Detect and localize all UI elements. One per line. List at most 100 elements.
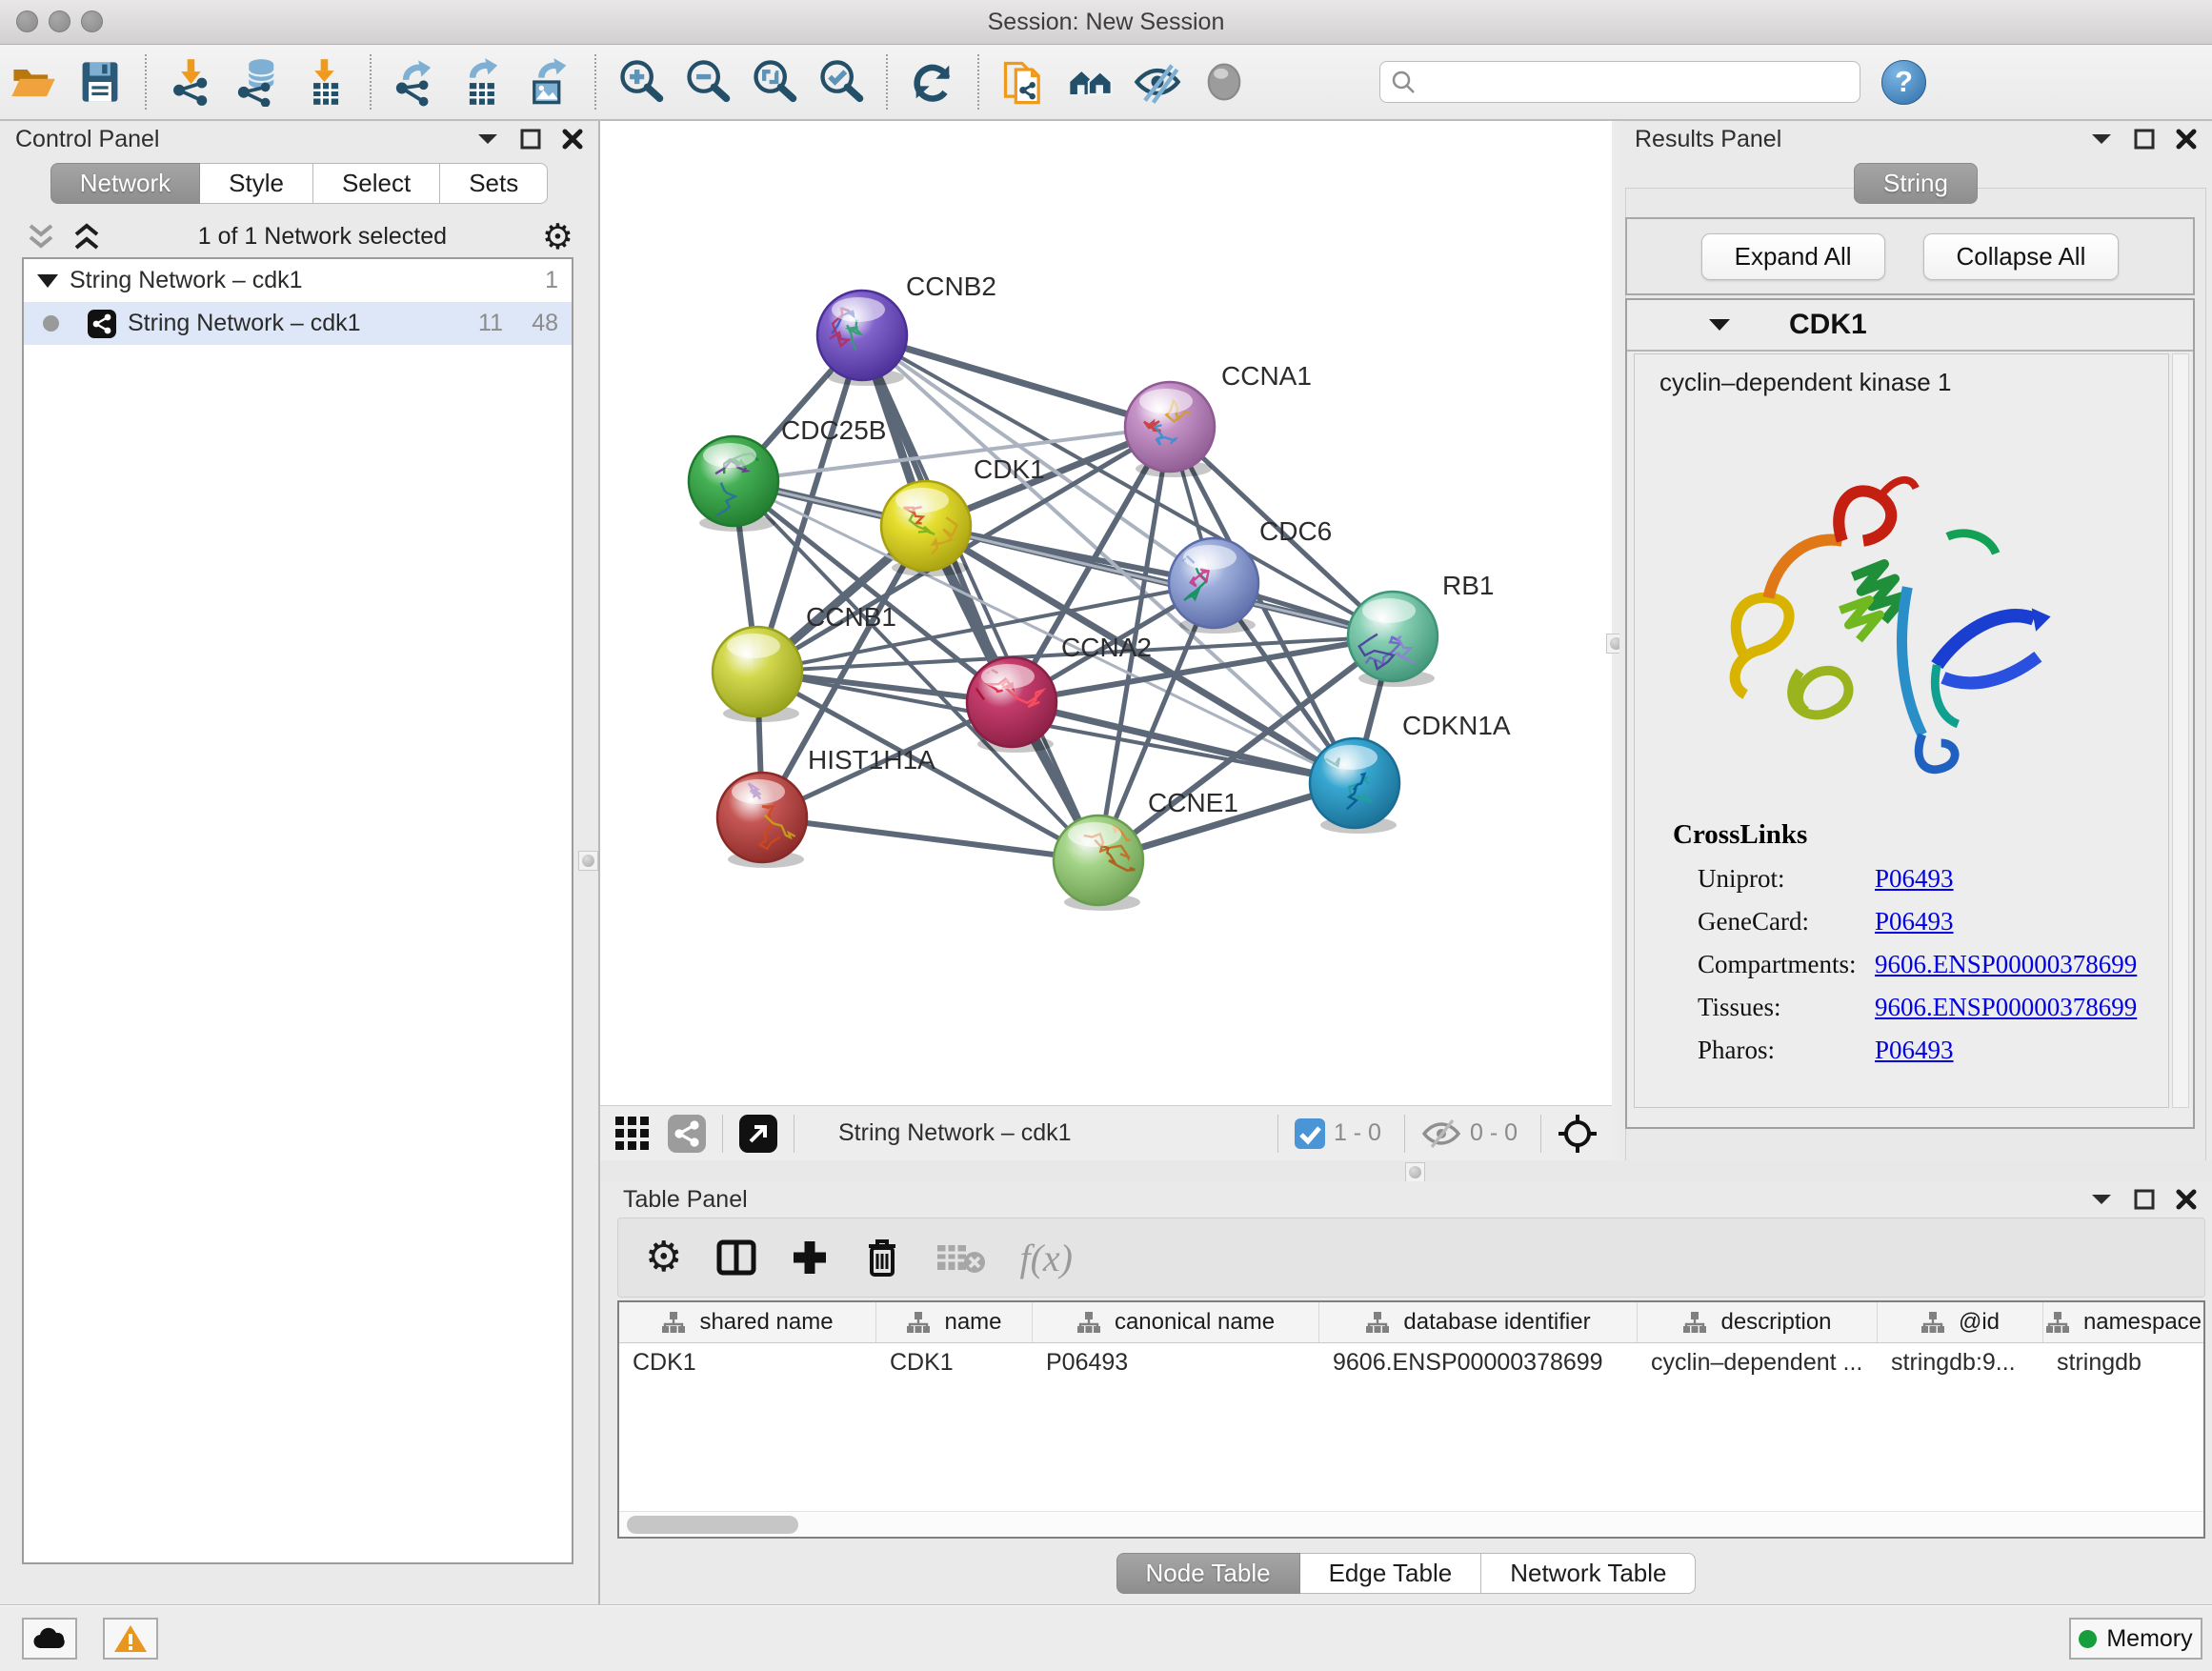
table-options-gear-icon[interactable]: ⚙ <box>645 1237 682 1278</box>
network-options-gear-icon[interactable]: ⚙ <box>542 219 573 254</box>
show-columns-icon[interactable] <box>716 1238 756 1278</box>
export-network-button[interactable] <box>383 51 450 112</box>
zoom-selected-button[interactable] <box>808 51 875 112</box>
tab-node-table[interactable]: Node Table <box>1116 1553 1300 1594</box>
column-header-description[interactable]: description <box>1638 1302 1878 1342</box>
section-collapse-icon[interactable] <box>1707 316 1732 333</box>
network-canvas[interactable]: CCNB2CCNA1CDC25BCDK1CDC6RB1CCNB1CCNA2CDK… <box>600 121 1612 1105</box>
import-network-file-button[interactable] <box>158 51 225 112</box>
table-row[interactable]: CDK1CDK1P064939606.ENSP00000378699cyclin… <box>619 1343 2203 1383</box>
column-header-namespace[interactable]: namespace <box>2043 1302 2203 1342</box>
node-CDKN1A[interactable]: CDKN1A <box>1303 711 1511 834</box>
tab-edge-table[interactable]: Edge Table <box>1300 1553 1482 1594</box>
collapse-all-icon[interactable] <box>25 223 57 252</box>
gene-section-header[interactable]: CDK1 <box>1627 300 2193 352</box>
close-panel-icon[interactable] <box>562 129 583 150</box>
collection-expand-icon[interactable] <box>37 274 58 288</box>
network-view[interactable]: CCNB2CCNA1CDC25BCDK1CDC6RB1CCNB1CCNA2CDK… <box>600 121 1612 1160</box>
collapse-all-button[interactable]: Collapse All <box>1923 233 2120 280</box>
node-label-CCNB1: CCNB1 <box>806 602 896 632</box>
fit-selected-crosshair-icon[interactable] <box>1557 1113 1599 1155</box>
node-RB1[interactable]: RB1 <box>1348 571 1494 687</box>
table-cell[interactable]: cyclin–dependent ... <box>1638 1343 1878 1383</box>
search-icon <box>1390 69 1417 95</box>
delete-column-trash-icon[interactable] <box>863 1237 901 1278</box>
panel-menu-icon[interactable] <box>2090 1192 2113 1207</box>
float-panel-icon[interactable] <box>520 129 541 150</box>
left-splitter-handle[interactable] <box>578 851 598 871</box>
crosslink-link[interactable]: 9606.ENSP00000378699 <box>1875 993 2137 1022</box>
export-image-button[interactable] <box>516 51 583 112</box>
table-horizontal-scrollbar[interactable] <box>619 1511 2203 1537</box>
toolbar-search[interactable] <box>1379 61 1860 103</box>
grid-view-icon[interactable] <box>613 1115 652 1153</box>
refresh-view-button[interactable] <box>899 51 966 112</box>
tab-sets[interactable]: Sets <box>440 163 548 204</box>
hide-selected-button[interactable] <box>1124 51 1191 112</box>
bottom-splitter-handle[interactable] <box>1405 1162 1425 1182</box>
network-share-gray-icon[interactable] <box>667 1114 707 1154</box>
tab-string[interactable]: String <box>1854 163 1978 204</box>
column-header--id[interactable]: @id <box>1878 1302 2043 1342</box>
open-session-button[interactable] <box>0 51 67 112</box>
zoom-out-button[interactable] <box>674 51 741 112</box>
results-scrollbar[interactable] <box>2172 353 2189 1108</box>
float-panel-icon[interactable] <box>2134 1189 2155 1210</box>
node-CCNA1[interactable]: CCNA1 <box>1125 361 1312 477</box>
network-collection-row[interactable]: String Network – cdk1 1 <box>24 259 572 302</box>
clone-network-button[interactable] <box>991 51 1057 112</box>
import-table-button[interactable] <box>292 51 358 112</box>
hidden-eye-icon[interactable] <box>1420 1117 1462 1150</box>
crosslink-link[interactable]: P06493 <box>1875 1036 1954 1065</box>
column-header-canonical-name[interactable]: canonical name <box>1033 1302 1319 1342</box>
close-panel-icon[interactable] <box>2176 129 2197 150</box>
table-cell[interactable]: stringdb <box>2043 1343 2203 1383</box>
import-network-database-button[interactable] <box>225 51 292 112</box>
edge-CCNA2-CDKN1A[interactable] <box>1012 702 1355 783</box>
table-cell[interactable]: stringdb:9... <box>1878 1343 2043 1383</box>
search-input[interactable] <box>1417 69 1850 95</box>
column-attribute-icon <box>1076 1311 1101 1334</box>
show-all-button[interactable] <box>1191 51 1257 112</box>
column-header-shared-name[interactable]: shared name <box>619 1302 876 1342</box>
selected-checkbox-icon[interactable] <box>1294 1117 1326 1150</box>
crosslink-row: Uniprot: P06493 <box>1698 864 2137 894</box>
table-cell[interactable]: 9606.ENSP00000378699 <box>1319 1343 1638 1383</box>
panel-menu-icon[interactable] <box>2090 131 2113 147</box>
warnings-button[interactable] <box>103 1618 158 1660</box>
memory-button[interactable]: Memory <box>2069 1618 2202 1660</box>
edge-HIST1H1A-CCNE1[interactable] <box>762 817 1098 860</box>
first-neighbors-button[interactable] <box>1057 51 1124 112</box>
scrollbar-thumb[interactable] <box>627 1516 798 1534</box>
crosslink-link[interactable]: P06493 <box>1875 864 1954 894</box>
edge-CCNB2-CCNA1[interactable] <box>862 335 1170 427</box>
crosslink-link[interactable]: P06493 <box>1875 907 1954 936</box>
tab-network[interactable]: Network <box>50 163 200 204</box>
crosslink-link[interactable]: 9606.ENSP00000378699 <box>1875 950 2137 979</box>
edge-CCNB2-CCNE1[interactable] <box>862 335 1098 860</box>
cloud-status-button[interactable] <box>22 1618 77 1660</box>
column-header-database-identifier[interactable]: database identifier <box>1319 1302 1638 1342</box>
column-header-name[interactable]: name <box>876 1302 1033 1342</box>
tab-select[interactable]: Select <box>313 163 440 204</box>
tab-style[interactable]: Style <box>200 163 313 204</box>
table-cell[interactable]: P06493 <box>1033 1343 1319 1383</box>
add-column-icon[interactable] <box>791 1238 829 1277</box>
float-panel-icon[interactable] <box>2134 129 2155 150</box>
zoom-fit-button[interactable] <box>741 51 808 112</box>
expand-all-icon[interactable] <box>70 223 103 252</box>
help-button[interactable]: ? <box>1881 60 1926 105</box>
node-HIST1H1A[interactable]: HIST1H1A <box>717 745 935 868</box>
close-panel-icon[interactable] <box>2176 1189 2197 1210</box>
tab-network-table[interactable]: Network Table <box>1481 1553 1696 1594</box>
table-cell[interactable]: CDK1 <box>876 1343 1033 1383</box>
zoom-in-button[interactable] <box>608 51 674 112</box>
expand-all-button[interactable]: Expand All <box>1701 233 1885 280</box>
birdseye-toggle-icon[interactable] <box>738 1114 778 1154</box>
network-row[interactable]: String Network – cdk1 11 48 <box>24 302 572 345</box>
control-panel-title: Control Panel <box>15 126 476 153</box>
export-table-button[interactable] <box>450 51 516 112</box>
panel-menu-icon[interactable] <box>476 131 499 147</box>
table-cell[interactable]: CDK1 <box>619 1343 876 1383</box>
save-session-button[interactable] <box>67 51 133 112</box>
